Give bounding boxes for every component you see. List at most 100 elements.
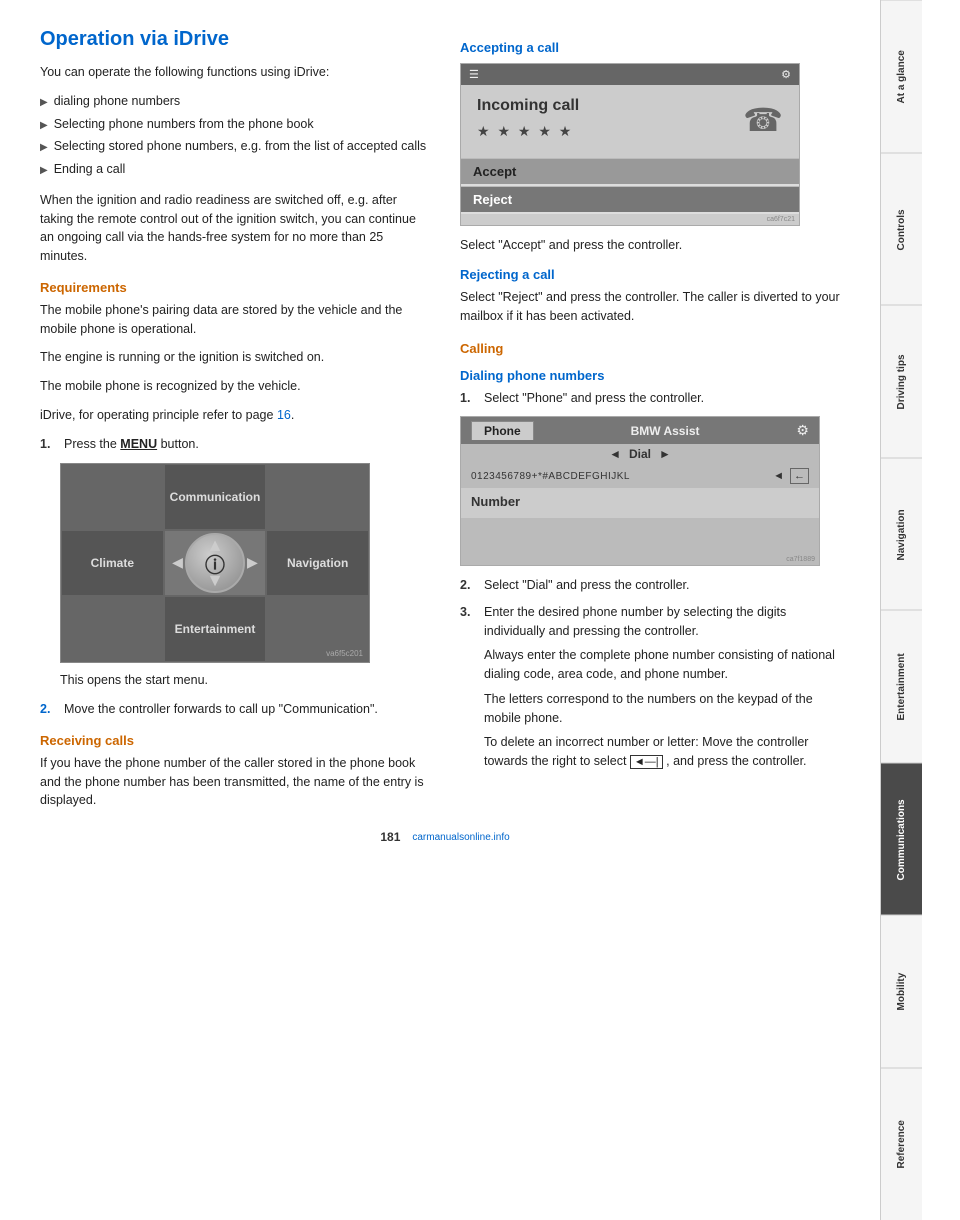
incoming-call-title: Incoming call [477, 97, 579, 115]
intro-text: You can operate the following functions … [40, 63, 430, 82]
bullet-arrow-icon: ▶ [40, 118, 48, 133]
sidebar-tabs: At a glance Controls Driving tips Naviga… [880, 0, 922, 1220]
page-title: Operation via iDrive [40, 28, 430, 51]
sidebar-tab-communications[interactable]: Communications [881, 763, 922, 916]
dial-label: Dial [629, 447, 651, 461]
sidebar-tab-reference[interactable]: Reference [881, 1068, 922, 1220]
receiving-calls-text: If you have the phone number of the call… [40, 754, 430, 810]
dial-right-arrow: ► [659, 447, 671, 461]
calling-heading: Calling [460, 341, 850, 356]
settings-icon: ⚙ [781, 68, 791, 81]
idrive-menu-image: Communication Climate ⓘ ▲ ▼ ◄ ► [60, 463, 370, 663]
bmw-assist-tab: BMW Assist [631, 424, 700, 438]
list-item: ▶ Selecting phone numbers from the phone… [40, 115, 430, 134]
dial-arrow-icon: ◄ [773, 470, 784, 482]
req-text-4: iDrive, for operating principle refer to… [40, 406, 430, 425]
dial-header: Phone BMW Assist ⚙ [461, 417, 819, 444]
accept-button: Accept [461, 158, 799, 184]
sidebar-tab-mobility[interactable]: Mobility [881, 915, 922, 1068]
idrive-cell-communication: Communication [164, 464, 267, 530]
idrive-grid: Communication Climate ⓘ ▲ ▼ ◄ ► [61, 464, 369, 662]
accepting-call-heading: Accepting a call [460, 40, 850, 55]
call-info: Incoming call ★ ★ ★ ★ ★ [477, 97, 579, 152]
rejecting-text: Select "Reject" and press the controller… [460, 288, 850, 326]
step-number: 2. [460, 576, 476, 595]
call-stars: ★ ★ ★ ★ ★ [477, 123, 579, 140]
sidebar-tab-at-a-glance[interactable]: At a glance [881, 0, 922, 153]
call-header: ☰ ⚙ [461, 64, 799, 85]
feature-list: ▶ dialing phone numbers ▶ Selecting phon… [40, 92, 430, 179]
idrive-cell-empty-bl [61, 596, 164, 662]
dial-keypad-row: 0123456789+*#ABCDEFGHIJKL ◄ ← [461, 464, 819, 488]
phone-dial-image: Phone BMW Assist ⚙ ◄ Dial ► 0123456789+*… [460, 416, 820, 566]
dial-nav-row: ◄ Dial ► [461, 444, 819, 464]
list-item: ▶ Selecting stored phone numbers, e.g. f… [40, 137, 430, 156]
sidebar-tab-controls[interactable]: Controls [881, 153, 922, 306]
dial-note-1: Always enter the complete phone number c… [484, 646, 850, 684]
two-column-layout: Operation via iDrive You can operate the… [40, 28, 850, 820]
arrow-left-icon: ◄ [169, 553, 187, 574]
reject-button: Reject [461, 186, 799, 212]
dial-keypad-chars: 0123456789+*#ABCDEFGHIJKL [471, 471, 767, 482]
dial-note-2: The letters correspond to the numbers on… [484, 690, 850, 728]
dial-note-3: To delete an incorrect number or letter:… [484, 733, 850, 771]
req-text-3: The mobile phone is recognized by the ve… [40, 377, 430, 396]
backspace-symbol: ◄—| [630, 755, 663, 769]
idrive-cell-empty-tl [61, 464, 164, 530]
dial-step-2: 2. Select "Dial" and press the controlle… [460, 576, 850, 595]
bullet-arrow-icon: ▶ [40, 140, 48, 155]
arrow-up-icon: ▲ [206, 535, 224, 556]
req-text-2: The engine is running or the ignition is… [40, 348, 430, 367]
call-info-row: Incoming call ★ ★ ★ ★ ★ ☎ [477, 97, 783, 152]
call-body: Incoming call ★ ★ ★ ★ ★ ☎ [461, 85, 799, 158]
rejecting-call-heading: Rejecting a call [460, 267, 850, 282]
left-column: Operation via iDrive You can operate the… [40, 28, 430, 820]
call-image-watermark: ca6f7c21 [461, 214, 799, 225]
dial-number-label: Number [461, 488, 819, 518]
idrive-caption: This opens the start menu. [60, 671, 430, 690]
ignition-text: When the ignition and radio readiness ar… [40, 191, 430, 266]
step-number: 1. [40, 435, 56, 454]
step-number: 1. [460, 389, 476, 408]
page-footer: 181 carmanualsonline.info [40, 820, 850, 848]
idrive-cell-center: ⓘ ▲ ▼ ◄ ► [164, 530, 267, 596]
call-phone-icon: ☎ [743, 101, 783, 139]
bullet-arrow-icon: ▶ [40, 163, 48, 178]
requirements-heading: Requirements [40, 280, 430, 295]
dial-step-3-content: Enter the desired phone number by select… [484, 603, 850, 771]
page-link[interactable]: 16 [277, 408, 291, 422]
req-text-1: The mobile phone's pairing data are stor… [40, 301, 430, 339]
phone-tab: Phone [471, 421, 534, 440]
sidebar-tab-driving-tips[interactable]: Driving tips [881, 305, 922, 458]
accepting-instruction: Select "Accept" and press the controller… [460, 236, 850, 255]
list-item: ▶ Ending a call [40, 160, 430, 179]
right-column: Accepting a call ☰ ⚙ Incoming call ★ ★ ★… [460, 28, 850, 820]
dial-image-watermark: ca7f1889 [461, 554, 819, 565]
step-number: 3. [460, 603, 476, 771]
list-item: ▶ dialing phone numbers [40, 92, 430, 111]
dial-empty-area [461, 518, 819, 554]
image-watermark: va6f5c201 [326, 649, 363, 658]
incoming-call-image: ☰ ⚙ Incoming call ★ ★ ★ ★ ★ ☎ Accept Rej… [460, 63, 800, 226]
receiving-calls-heading: Receiving calls [40, 733, 430, 748]
idrive-cell-navigation: Navigation [266, 530, 369, 596]
idrive-cell-empty-tr [266, 464, 369, 530]
dial-settings-icon: ⚙ [796, 422, 809, 439]
dial-step-3: 3. Enter the desired phone number by sel… [460, 603, 850, 771]
arrow-down-icon: ▼ [206, 570, 224, 591]
arrow-right-icon: ► [244, 553, 262, 574]
footer-logo: carmanualsonline.info [412, 832, 509, 843]
idrive-cell-entertainment: Entertainment [164, 596, 267, 662]
sidebar-tab-entertainment[interactable]: Entertainment [881, 610, 922, 763]
main-content: Operation via iDrive You can operate the… [0, 0, 880, 1220]
dial-left-arrow: ◄ [609, 447, 621, 461]
step-1: 1. Press the MENU button. [40, 435, 430, 454]
idrive-cell-climate: Climate [61, 530, 164, 596]
bullet-arrow-icon: ▶ [40, 95, 48, 110]
page-number: 181 [380, 830, 400, 844]
step-number: 2. [40, 700, 56, 719]
header-icon: ☰ [469, 68, 479, 81]
sidebar-tab-navigation[interactable]: Navigation [881, 458, 922, 611]
dial-backspace-icon: ← [790, 468, 809, 484]
menu-text: MENU [120, 437, 157, 451]
